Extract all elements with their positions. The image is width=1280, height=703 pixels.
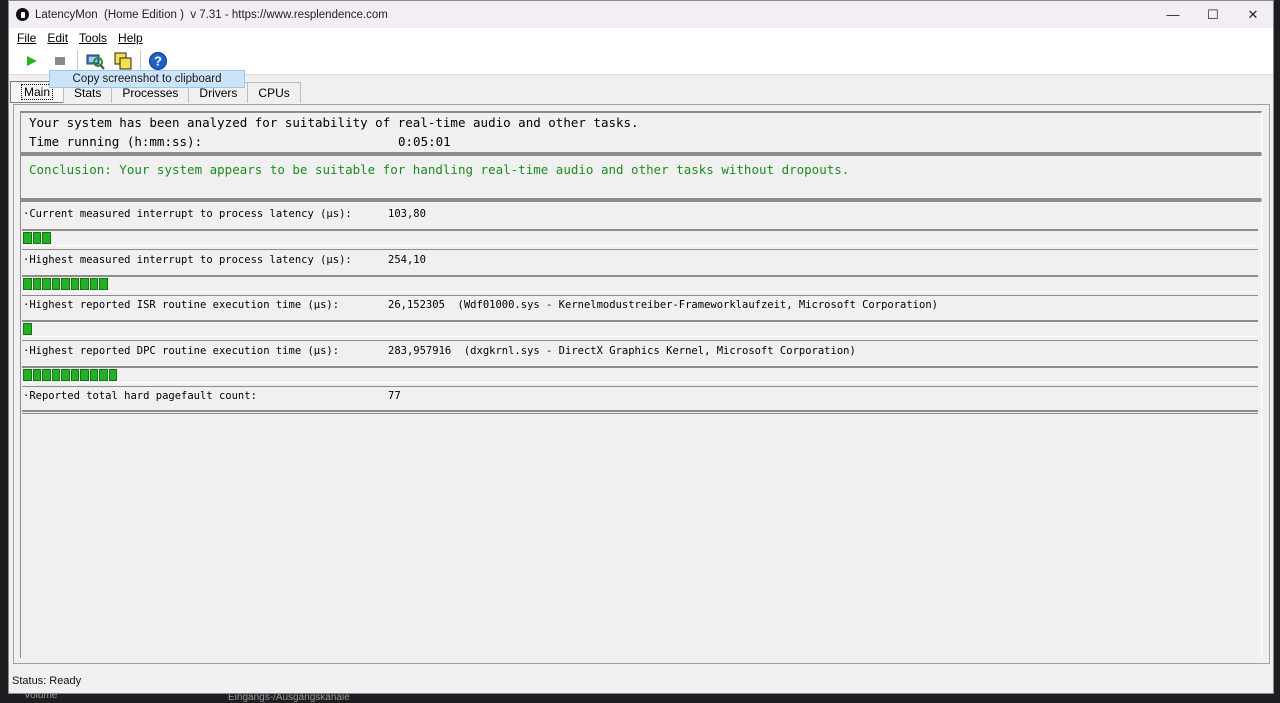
- meter-segment: [42, 278, 51, 290]
- isr-time-label: ·Highest reported ISR routine execution …: [23, 299, 340, 311]
- analysis-text: Your system has been analyzed for suitab…: [29, 115, 639, 130]
- menu-help-label: Help: [118, 31, 143, 45]
- highest-latency-label: ·Highest measured interrupt to process l…: [23, 254, 352, 266]
- window-title: LatencyMon (Home Edition ) v 7.31 - http…: [35, 8, 388, 21]
- status-bar: Status: Ready: [9, 669, 1273, 693]
- menu-edit[interactable]: Edit: [45, 31, 70, 45]
- tab-stats-label: Stats: [74, 86, 102, 100]
- menu-file-label: File: [17, 31, 37, 45]
- menu-help[interactable]: Help: [116, 31, 145, 45]
- svg-text:?: ?: [154, 54, 162, 69]
- time-running-label: Time running (h:mm:ss):: [29, 134, 203, 149]
- stop-button[interactable]: [49, 50, 71, 72]
- toolbar-separator: [140, 50, 141, 72]
- isr-time-meter: [22, 320, 1258, 341]
- maximize-button[interactable]: ☐: [1193, 1, 1233, 28]
- highest-latency-value: 254,10: [388, 254, 426, 266]
- meter-segment: [23, 323, 32, 335]
- meter-segment: [32, 278, 41, 290]
- time-running-value: 0:05:01: [398, 134, 451, 149]
- dpc-time-label: ·Highest reported DPC routine execution …: [23, 345, 340, 357]
- tab-processes-label: Processes: [122, 86, 179, 100]
- meter-segment: [70, 278, 79, 290]
- meter-segment: [70, 369, 79, 381]
- meter-segment: [89, 278, 98, 290]
- menu-bar: File Edit Tools Help: [9, 28, 1273, 48]
- meter-segment: [51, 369, 60, 381]
- meter-segment: [89, 369, 98, 381]
- play-icon: [27, 56, 37, 66]
- start-button[interactable]: [21, 50, 43, 72]
- copy-screenshot-tooltip: Copy screenshot to clipboard: [49, 70, 245, 88]
- current-latency-label: ·Current measured interrupt to process l…: [23, 208, 352, 220]
- conclusion-text: Conclusion: Your system appears to be su…: [29, 162, 850, 177]
- analysis-summary-box: Your system has been analyzed for suitab…: [20, 111, 1262, 154]
- magnifier-monitor-icon: [86, 54, 105, 70]
- meter-segment: [80, 369, 89, 381]
- meter-segment: [42, 232, 51, 244]
- toolbar: ? Copy screenshot to clipboard: [9, 48, 1273, 88]
- tab-cpus[interactable]: CPUs: [247, 82, 301, 103]
- metrics-box: ·Current measured interrupt to process l…: [20, 200, 1262, 658]
- pagefault-divider: [22, 410, 1258, 414]
- meter-segment: [99, 278, 108, 290]
- window-controls: — ☐ ✕: [1153, 1, 1273, 28]
- current-latency-value: 103,80: [388, 208, 426, 220]
- stop-icon: [55, 57, 65, 65]
- meter-segment: [32, 369, 41, 381]
- highest-latency-meter: [22, 275, 1258, 296]
- meter-segment: [42, 369, 51, 381]
- latencymon-app-icon: [16, 8, 29, 21]
- menu-edit-label: Edit: [47, 31, 69, 45]
- dpc-time-meter: [22, 366, 1258, 387]
- tab-cpus-label: CPUs: [258, 86, 290, 100]
- tab-drivers-label: Drivers: [199, 86, 238, 100]
- meter-segment: [108, 369, 117, 381]
- meter-segment: [23, 232, 32, 244]
- analyze-button[interactable]: [84, 50, 106, 72]
- help-button[interactable]: ?: [147, 50, 169, 72]
- pagefault-count-label: ·Reported total hard pagefault count:: [23, 390, 257, 402]
- current-latency-meter: [22, 229, 1258, 250]
- close-button[interactable]: ✕: [1233, 1, 1273, 28]
- title-bar: LatencyMon (Home Edition ) v 7.31 - http…: [9, 1, 1273, 28]
- meter-segment: [99, 369, 108, 381]
- isr-time-value: 26,152305 (Wdf01000.sys - Kernelmodustre…: [388, 299, 938, 311]
- meter-segment: [51, 278, 60, 290]
- meter-segment: [32, 232, 41, 244]
- meter-segment: [23, 369, 32, 381]
- copy-screenshot-button[interactable]: [112, 50, 134, 72]
- minimize-button[interactable]: —: [1153, 1, 1193, 28]
- meter-segment: [61, 369, 70, 381]
- meter-segment: [80, 278, 89, 290]
- meter-segment: [61, 278, 70, 290]
- main-panel: Your system has been analyzed for suitab…: [13, 104, 1270, 664]
- dpc-time-value: 283,957916 (dxgkrnl.sys - DirectX Graphi…: [388, 345, 856, 357]
- latencymon-window: LatencyMon (Home Edition ) v 7.31 - http…: [8, 0, 1274, 694]
- conclusion-box: Conclusion: Your system appears to be su…: [20, 154, 1262, 200]
- help-icon: ?: [149, 52, 167, 70]
- pagefault-count-value: 77: [388, 390, 401, 402]
- menu-file[interactable]: File: [15, 31, 38, 45]
- menu-tools-label: Tools: [79, 31, 108, 45]
- toolbar-separator: [77, 50, 78, 72]
- meter-segment: [23, 278, 32, 290]
- menu-tools[interactable]: Tools: [77, 31, 109, 45]
- copy-icon: [114, 52, 132, 70]
